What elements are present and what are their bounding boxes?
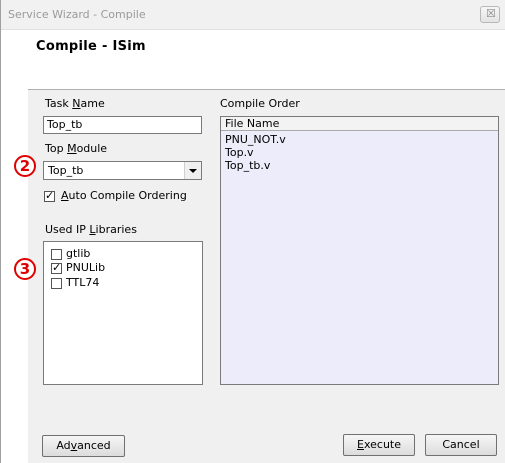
list-item[interactable]: PNU_NOT.v — [225, 133, 286, 146]
title-bar: Service Wizard - Compile ☒ — [1, 0, 505, 30]
list-item[interactable]: Top_tb.v — [225, 159, 270, 172]
annotation-marker-3: 3 — [14, 258, 36, 280]
top-module-label: Top Module — [45, 142, 108, 155]
list-item[interactable]: gtlib — [66, 247, 90, 260]
close-button[interactable]: ☒ — [480, 6, 500, 23]
top-module-select[interactable]: Top_tb — [43, 161, 202, 180]
close-icon: ☒ — [486, 7, 496, 20]
cancel-button[interactable]: Cancel — [425, 434, 497, 456]
task-name-input[interactable]: Top_tb — [43, 116, 202, 134]
pnulib-checkbox[interactable] — [51, 261, 62, 274]
window-title: Service Wizard - Compile — [8, 8, 146, 21]
ip-libraries-label: Used IP Libraries — [45, 223, 137, 236]
file-name-column-header[interactable]: File Name — [221, 117, 498, 131]
compile-order-list[interactable]: File Name PNU_NOT.v Top.v Top_tb.v — [220, 116, 499, 385]
page-title: Compile - ISim — [36, 39, 146, 54]
gtlib-checkbox[interactable] — [51, 249, 62, 260]
advanced-button[interactable]: Advanced — [42, 435, 125, 457]
list-item[interactable]: Top.v — [225, 146, 254, 159]
ip-libraries-list[interactable]: gtlib PNULib TTL74 — [43, 241, 203, 385]
compile-order-label: Compile Order — [220, 97, 300, 110]
list-item[interactable]: TTL74 — [66, 276, 99, 289]
left-margin — [1, 30, 28, 463]
auto-compile-checkbox[interactable] — [44, 189, 55, 202]
annotation-marker-2: 2 — [14, 155, 36, 177]
execute-button[interactable]: Execute — [343, 434, 415, 456]
ttl74-checkbox[interactable] — [51, 278, 62, 289]
top-module-value: Top_tb — [48, 164, 84, 177]
list-item[interactable]: PNULib — [66, 261, 105, 274]
auto-compile-label[interactable]: Auto Compile Ordering — [61, 189, 187, 202]
task-name-label: Task Name — [45, 97, 105, 110]
chevron-down-icon[interactable] — [184, 162, 201, 179]
service-wizard-window: Service Wizard - Compile ☒ Compile - ISi… — [0, 0, 505, 463]
wizard-header: Compile - ISim — [28, 30, 505, 90]
